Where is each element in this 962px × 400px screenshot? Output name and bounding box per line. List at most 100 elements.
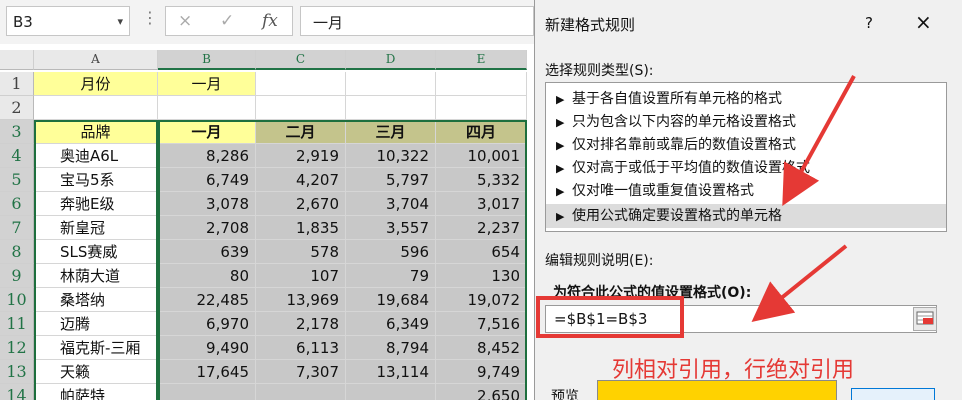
name-box[interactable]: B3 ▾ <box>6 6 130 36</box>
value-cell[interactable]: 639 <box>158 240 256 264</box>
row-number[interactable]: 6 <box>0 192 34 216</box>
cell-b1[interactable]: 一月 <box>158 72 256 96</box>
row-number[interactable]: 13 <box>0 360 34 384</box>
value-cell[interactable]: 7,307 <box>256 360 346 384</box>
cancel-icon[interactable]: × <box>178 11 192 31</box>
brand-cell[interactable]: 奔驰E级 <box>34 192 158 216</box>
header-cell-jan[interactable]: 一月 <box>158 120 256 144</box>
row-number[interactable]: 9 <box>0 264 34 288</box>
row-number[interactable]: 2 <box>0 96 34 120</box>
format-button[interactable] <box>851 388 935 400</box>
rule-type-item[interactable]: ▶ 仅对唯一值或重复值设置格式 <box>546 179 946 203</box>
brand-cell[interactable]: 福克斯-三厢 <box>34 336 158 360</box>
brand-cell[interactable]: SLS赛威 <box>34 240 158 264</box>
cell-a1[interactable]: 月份 <box>34 72 158 96</box>
chevron-down-icon[interactable]: ▾ <box>117 15 123 28</box>
value-cell[interactable] <box>346 384 436 400</box>
formula-input[interactable]: 一月 <box>300 6 534 36</box>
cell-e1[interactable] <box>436 72 527 96</box>
brand-cell[interactable]: 新皇冠 <box>34 216 158 240</box>
column-header-e[interactable]: E <box>436 50 527 70</box>
value-cell[interactable]: 80 <box>158 264 256 288</box>
value-cell[interactable]: 10,001 <box>436 144 527 168</box>
rule-type-item-selected[interactable]: ▶ 使用公式确定要设置格式的单元格 <box>546 204 946 228</box>
value-cell[interactable]: 4,207 <box>256 168 346 192</box>
brand-cell[interactable]: 帕萨特 <box>34 384 158 400</box>
value-cell[interactable]: 13,114 <box>346 360 436 384</box>
brand-cell[interactable]: 迈腾 <box>34 312 158 336</box>
column-header-c[interactable]: C <box>256 50 346 70</box>
value-cell[interactable]: 2,237 <box>436 216 527 240</box>
value-cell[interactable]: 3,017 <box>436 192 527 216</box>
value-cell[interactable]: 7,516 <box>436 312 527 336</box>
insert-function-icon[interactable]: fx <box>262 11 278 31</box>
rule-formula-input[interactable]: =$B$1=B$3 <box>545 305 937 333</box>
value-cell[interactable]: 17,645 <box>158 360 256 384</box>
value-cell[interactable]: 9,490 <box>158 336 256 360</box>
header-cell-brand[interactable]: 品牌 <box>34 120 158 144</box>
header-cell-feb[interactable]: 二月 <box>256 120 346 144</box>
value-cell[interactable]: 3,704 <box>346 192 436 216</box>
brand-cell[interactable]: 林荫大道 <box>34 264 158 288</box>
cell-d1[interactable] <box>346 72 436 96</box>
help-icon[interactable]: ? <box>865 14 873 32</box>
row-number[interactable]: 12 <box>0 336 34 360</box>
collapse-range-icon[interactable] <box>913 307 937 331</box>
header-cell-mar[interactable]: 三月 <box>346 120 436 144</box>
row-number[interactable]: 8 <box>0 240 34 264</box>
cell-c2[interactable] <box>256 96 346 120</box>
rule-type-item[interactable]: ▶ 仅对排名靠前或靠后的数值设置格式 <box>546 133 946 157</box>
rule-type-item[interactable]: ▶ 只为包含以下内容的单元格设置格式 <box>546 110 946 134</box>
value-cell[interactable]: 8,452 <box>436 336 527 360</box>
row-number[interactable]: 11 <box>0 312 34 336</box>
value-cell[interactable]: 6,113 <box>256 336 346 360</box>
enter-icon[interactable]: ✓ <box>220 11 234 31</box>
row-number[interactable]: 7 <box>0 216 34 240</box>
column-header-a[interactable]: A <box>34 50 158 70</box>
cell-a2[interactable] <box>34 96 158 120</box>
value-cell[interactable]: 19,684 <box>346 288 436 312</box>
value-cell[interactable]: 2,708 <box>158 216 256 240</box>
row-number[interactable]: 10 <box>0 288 34 312</box>
value-cell[interactable]: 130 <box>436 264 527 288</box>
value-cell[interactable] <box>256 384 346 400</box>
brand-cell[interactable]: 桑塔纳 <box>34 288 158 312</box>
value-cell[interactable]: 654 <box>436 240 527 264</box>
row-number[interactable]: 5 <box>0 168 34 192</box>
value-cell[interactable]: 19,072 <box>436 288 527 312</box>
value-cell[interactable]: 8,794 <box>346 336 436 360</box>
brand-cell[interactable]: 奥迪A6L <box>34 144 158 168</box>
row-number[interactable]: 3 <box>0 120 34 144</box>
row-number[interactable]: 1 <box>0 72 34 96</box>
close-icon[interactable]: × <box>915 10 932 34</box>
select-all-corner[interactable] <box>0 50 34 70</box>
value-cell[interactable]: 6,349 <box>346 312 436 336</box>
header-cell-apr[interactable]: 四月 <box>436 120 527 144</box>
value-cell[interactable]: 1,835 <box>256 216 346 240</box>
cell-c1[interactable] <box>256 72 346 96</box>
value-cell[interactable]: 2,650 <box>436 384 527 400</box>
value-cell[interactable]: 578 <box>256 240 346 264</box>
value-cell[interactable]: 3,078 <box>158 192 256 216</box>
column-header-d[interactable]: D <box>346 50 436 70</box>
value-cell[interactable]: 79 <box>346 264 436 288</box>
cell-b2[interactable] <box>158 96 256 120</box>
value-cell[interactable]: 2,670 <box>256 192 346 216</box>
value-cell[interactable]: 6,749 <box>158 168 256 192</box>
value-cell[interactable] <box>158 384 256 400</box>
rule-type-item[interactable]: ▶ 基于各自值设置所有单元格的格式 <box>546 87 946 111</box>
value-cell[interactable]: 6,970 <box>158 312 256 336</box>
value-cell[interactable]: 9,749 <box>436 360 527 384</box>
value-cell[interactable]: 107 <box>256 264 346 288</box>
value-cell[interactable]: 2,178 <box>256 312 346 336</box>
value-cell[interactable]: 596 <box>346 240 436 264</box>
value-cell[interactable]: 3,557 <box>346 216 436 240</box>
cell-e2[interactable] <box>436 96 527 120</box>
brand-cell[interactable]: 天籁 <box>34 360 158 384</box>
row-number[interactable]: 14 <box>0 384 34 400</box>
value-cell[interactable]: 13,969 <box>256 288 346 312</box>
brand-cell[interactable]: 宝马5系 <box>34 168 158 192</box>
cell-d2[interactable] <box>346 96 436 120</box>
value-cell[interactable]: 2,919 <box>256 144 346 168</box>
column-header-b[interactable]: B <box>158 50 256 70</box>
